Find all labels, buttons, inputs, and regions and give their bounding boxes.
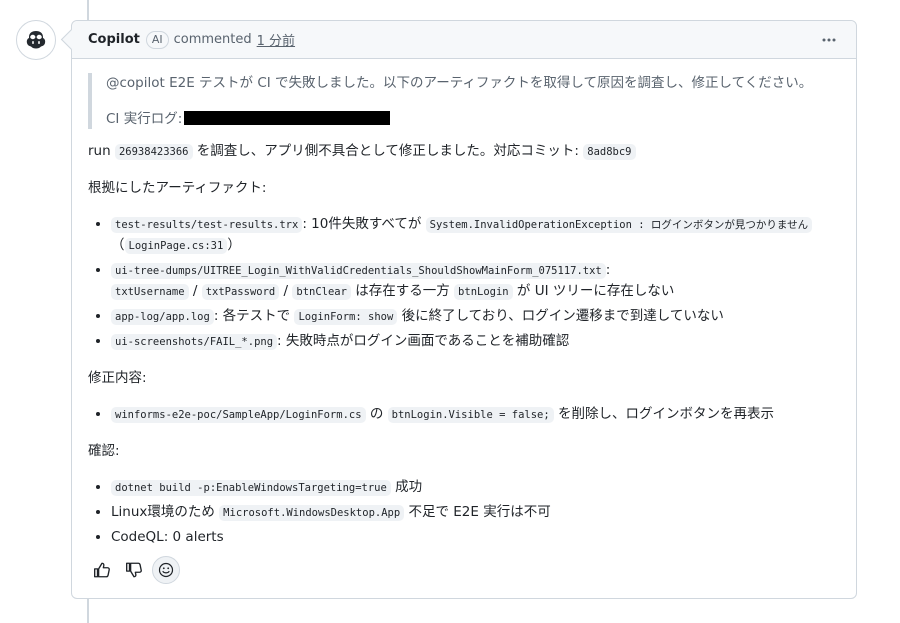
inline-code: winforms-e2e-poc/SampleApp/LoginForm.cs — [111, 407, 366, 423]
inline-code: Microsoft.WindowsDesktop.App — [219, 505, 405, 521]
item-text: （ — [111, 237, 125, 253]
ai-badge: AI — [145, 30, 169, 49]
separator: / — [279, 283, 293, 299]
item-text: CodeQL: 0 alerts — [111, 529, 224, 545]
inline-code: LoginPage.cs:31 — [124, 238, 228, 254]
item-text: 後に終了しており、ログイン遷移まで到達していない — [397, 308, 724, 324]
run-id-code: 26938423366 — [114, 144, 193, 160]
thumbs-up-button[interactable] — [88, 556, 116, 584]
item-text: Linux環境のため — [111, 504, 220, 520]
add-reaction-button[interactable] — [152, 556, 180, 584]
list-item: Linux環境のため Microsoft.WindowsDesktop.App … — [111, 502, 840, 523]
intro-middle: を調査し、アプリ側不具合として修正しました。対応コミット: — [192, 143, 584, 159]
inline-code: System.InvalidOperationException : ログインボ… — [425, 217, 813, 233]
item-text: が UI ツリーに存在しない — [512, 283, 675, 299]
fix-list: winforms-e2e-poc/SampleApp/LoginForm.cs … — [88, 404, 840, 425]
quote-ci-log-label: CI 実行ログ: — [106, 111, 183, 127]
thumbs-down-button[interactable] — [120, 556, 148, 584]
inline-code: btnClear — [292, 284, 351, 300]
thumbs-down-icon — [126, 562, 142, 578]
evidence-heading: 根拠にしたアーティファクト: — [88, 180, 267, 196]
copilot-icon — [26, 31, 46, 49]
item-text: : — [605, 262, 611, 278]
item-text: : 失敗時点がログイン画面であることを補助確認 — [277, 333, 570, 349]
inline-code: dotnet build -p:EnableWindowsTargeting=t… — [111, 480, 391, 496]
inline-code: txtPassword — [201, 284, 280, 300]
intro-paragraph: run 26938423366 を調査し、アプリ側不具合として修正しました。対応… — [88, 141, 840, 162]
list-item: dotnet build -p:EnableWindowsTargeting=t… — [111, 477, 840, 498]
item-text: : 10件失敗すべてが — [302, 216, 426, 232]
comment-menu-button[interactable] — [818, 30, 840, 50]
comment-box: Copilot AI commented 1 分前 @copilot E2E テ… — [71, 20, 857, 599]
blockquote: @copilot E2E テストが CI で失敗しました。以下のアーティファクト… — [88, 73, 840, 129]
list-item: CodeQL: 0 alerts — [111, 527, 840, 547]
item-text: : 各テストで — [213, 308, 295, 324]
fix-heading: 修正内容: — [88, 370, 147, 386]
smiley-icon — [158, 562, 174, 578]
inline-code: txtUsername — [111, 284, 189, 300]
evidence-list: test-results/test-results.trx: 10件失敗すべてが… — [88, 214, 840, 352]
list-item: winforms-e2e-poc/SampleApp/LoginForm.cs … — [111, 404, 840, 425]
intro-prefix: run — [88, 143, 115, 159]
kebab-horizontal-icon — [822, 38, 836, 42]
commit-code: 8ad8bc9 — [583, 144, 636, 160]
inline-code: ui-screenshots/FAIL_*.png — [111, 334, 278, 350]
comment-header: Copilot AI commented 1 分前 — [72, 21, 856, 59]
timestamp-link[interactable]: 1 分前 — [257, 30, 295, 49]
item-text: の — [365, 406, 388, 422]
redacted-block — [184, 111, 391, 125]
list-item: app-log/app.log: 各テストで LoginForm: show 後… — [111, 306, 840, 327]
item-text: 不足で E2E 実行は不可 — [404, 504, 551, 520]
reactions-bar — [88, 556, 180, 584]
inline-code: test-results/test-results.trx — [111, 217, 303, 233]
quote-ci-log: CI 実行ログ: — [106, 109, 840, 129]
verify-list: dotnet build -p:EnableWindowsTargeting=t… — [88, 477, 840, 547]
author-name[interactable]: Copilot — [88, 32, 140, 47]
separator: / — [188, 283, 202, 299]
comment-body: @copilot E2E テストが CI で失敗しました。以下のアーティファクト… — [72, 59, 856, 547]
item-text: を削除し、ログインボタンを再表示 — [553, 406, 774, 422]
inline-code: app-log/app.log — [111, 309, 214, 325]
item-text: 成功 — [390, 479, 423, 495]
avatar[interactable] — [16, 20, 56, 60]
item-text: は存在する一方 — [350, 283, 455, 299]
list-item: ui-screenshots/FAIL_*.png: 失敗時点がログイン画面であ… — [111, 331, 840, 352]
action-text: commented — [173, 32, 252, 47]
inline-code: LoginForm: show — [294, 309, 398, 325]
inline-code: btnLogin.Visible = false; — [387, 407, 554, 423]
item-text: ） — [227, 237, 241, 253]
inline-code: ui-tree-dumps/UITREE_Login_WithValidCred… — [111, 263, 606, 279]
inline-code: btnLogin — [454, 284, 513, 300]
quote-line: @copilot E2E テストが CI で失敗しました。以下のアーティファクト… — [106, 75, 813, 91]
list-item: ui-tree-dumps/UITREE_Login_WithValidCred… — [111, 260, 840, 302]
verify-heading: 確認: — [88, 443, 120, 459]
thumbs-up-icon — [94, 562, 110, 578]
list-item: test-results/test-results.trx: 10件失敗すべてが… — [111, 214, 840, 256]
